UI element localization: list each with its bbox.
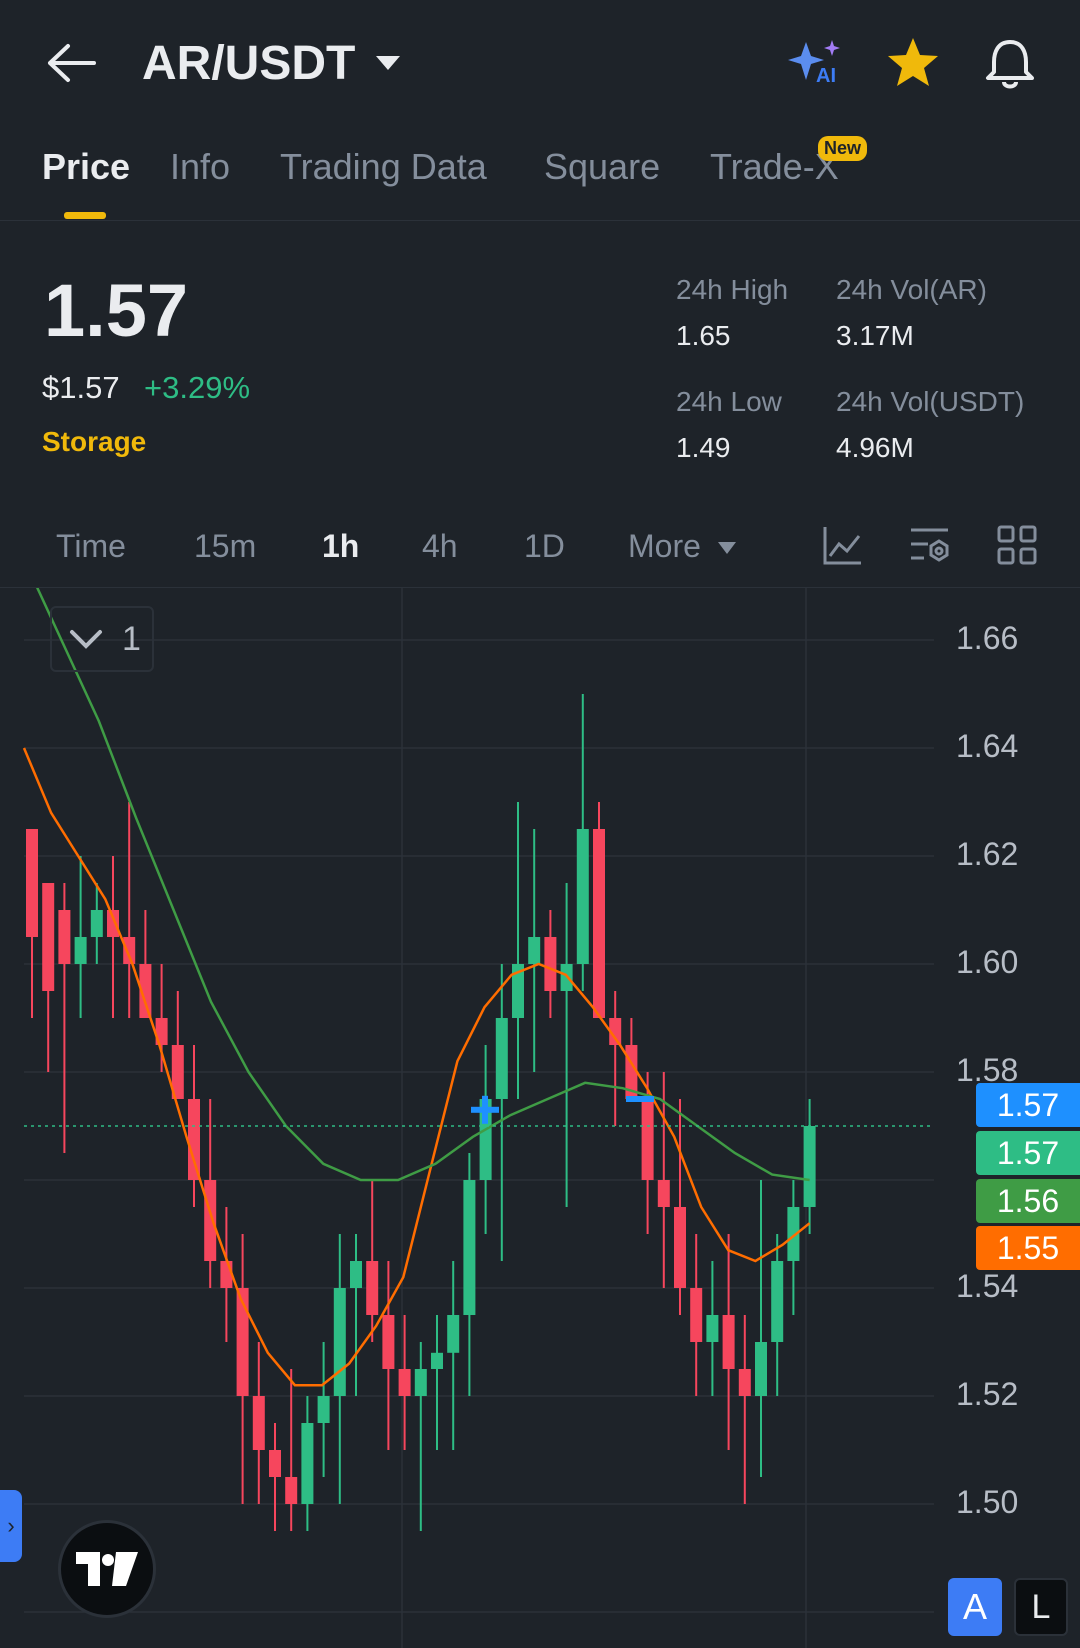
interval-more[interactable]: More	[628, 528, 701, 565]
divider	[0, 220, 1080, 221]
indicator-count: 1	[122, 620, 141, 658]
candle-body	[641, 1099, 654, 1180]
candle-body	[252, 1396, 265, 1450]
tab-square[interactable]: Square	[544, 146, 660, 188]
indicator-icon[interactable]	[822, 524, 864, 571]
last-price: 1.57	[44, 269, 189, 352]
candle-body	[463, 1180, 476, 1315]
candle-body	[706, 1315, 719, 1342]
candle-body	[576, 829, 589, 964]
interval-4h[interactable]: 4h	[422, 528, 458, 565]
vol-quote-label: 24h Vol(USDT)	[836, 386, 1025, 417]
candle-body	[58, 910, 71, 964]
axis-tick-label: 1.52	[956, 1376, 1019, 1412]
candle-body	[350, 1261, 362, 1288]
candle-body	[285, 1477, 298, 1504]
candle-body	[544, 937, 557, 991]
candle-body	[593, 829, 605, 1018]
candle-body	[301, 1423, 314, 1504]
log-scale-button[interactable]: L	[1014, 1578, 1068, 1636]
pair-title[interactable]: AR/USDT	[142, 36, 355, 91]
svg-text:AI: AI	[816, 65, 836, 86]
candle-body	[382, 1315, 395, 1369]
auto-scale-button[interactable]: A	[948, 1578, 1002, 1636]
chevron-down-icon[interactable]	[716, 540, 738, 561]
candle-body	[220, 1261, 233, 1288]
price-change: +3.29%	[144, 370, 251, 405]
category-tag[interactable]: Storage	[42, 426, 146, 458]
low-label: 24h Low	[676, 386, 782, 417]
axis-tick-label: 1.62	[956, 836, 1019, 872]
candle-body	[803, 1126, 816, 1207]
candle-body	[690, 1288, 703, 1342]
settings-icon[interactable]	[908, 524, 952, 571]
candle-body	[123, 937, 136, 964]
price-axis-label: 1.55	[976, 1226, 1080, 1270]
tab-info[interactable]: Info	[170, 146, 230, 188]
vol-base-label: 24h Vol(AR)	[836, 274, 987, 305]
price-axis-label: 1.57	[976, 1083, 1080, 1127]
candle-body	[755, 1342, 767, 1396]
side-drawer-handle[interactable]: ›	[0, 1490, 22, 1562]
candle-body	[674, 1207, 686, 1288]
star-icon[interactable]	[886, 36, 940, 93]
candle-body	[317, 1396, 330, 1423]
candle-body	[188, 1099, 200, 1180]
vol-quote-value: 4.96M	[836, 432, 914, 463]
indicator-collapse-button[interactable]: 1	[50, 606, 154, 672]
ai-sparkle-icon[interactable]: AI	[788, 38, 844, 91]
candle-body	[414, 1369, 427, 1396]
candle-body	[722, 1315, 735, 1369]
axis-tick-label: 1.64	[956, 728, 1019, 764]
candle-body	[107, 910, 119, 937]
candle-body	[42, 883, 55, 991]
interval-1h[interactable]: 1h	[322, 528, 359, 565]
candle-body	[431, 1352, 443, 1369]
candle-body	[366, 1261, 379, 1315]
candle-body	[447, 1315, 460, 1353]
vol-base-value: 3.17M	[836, 320, 914, 351]
candle-body	[771, 1261, 784, 1342]
sell-marker	[626, 1096, 654, 1102]
candle-body	[269, 1450, 281, 1477]
tradingview-logo[interactable]	[58, 1520, 156, 1618]
candle-body	[204, 1180, 217, 1261]
interval-1d[interactable]: 1D	[524, 528, 565, 565]
high-value: 1.65	[676, 320, 731, 351]
price-chart[interactable]	[0, 588, 1080, 1648]
new-badge: New	[818, 136, 868, 161]
candle-body	[657, 1180, 670, 1207]
ma-slow-line	[36, 588, 810, 1182]
bell-icon[interactable]	[984, 36, 1036, 95]
candle-body	[495, 1018, 508, 1099]
high-label: 24h High	[676, 274, 789, 305]
layout-grid-icon[interactable]	[996, 524, 1038, 571]
axis-tick-label: 1.60	[956, 944, 1019, 980]
caret-down-icon[interactable]	[374, 52, 402, 79]
tab-price[interactable]: Price	[42, 146, 130, 188]
interval-15m[interactable]: 15m	[194, 528, 256, 565]
candle-body	[74, 937, 87, 964]
buy-marker	[482, 1095, 488, 1124]
axis-tick-label: 1.54	[956, 1268, 1019, 1304]
candle-body	[333, 1288, 346, 1396]
candle-body	[398, 1369, 411, 1396]
price-axis-label: 1.57	[976, 1131, 1080, 1175]
axis-tick-label: 1.66	[956, 620, 1019, 656]
price-axis-label: 1.56	[976, 1179, 1080, 1223]
interval-time[interactable]: Time	[56, 528, 126, 565]
candle-body	[26, 829, 38, 937]
tab-trading-data[interactable]: Trading Data	[280, 146, 487, 188]
candle-body	[528, 937, 541, 964]
low-value: 1.49	[676, 432, 731, 463]
chevron-down-icon	[70, 630, 102, 649]
back-arrow-icon[interactable]	[42, 40, 98, 86]
usd-price: $1.57	[42, 370, 120, 405]
axis-tick-label: 1.50	[956, 1484, 1019, 1520]
active-tab-indicator	[64, 212, 106, 219]
candle-body	[90, 910, 103, 937]
candle-body	[738, 1369, 751, 1396]
